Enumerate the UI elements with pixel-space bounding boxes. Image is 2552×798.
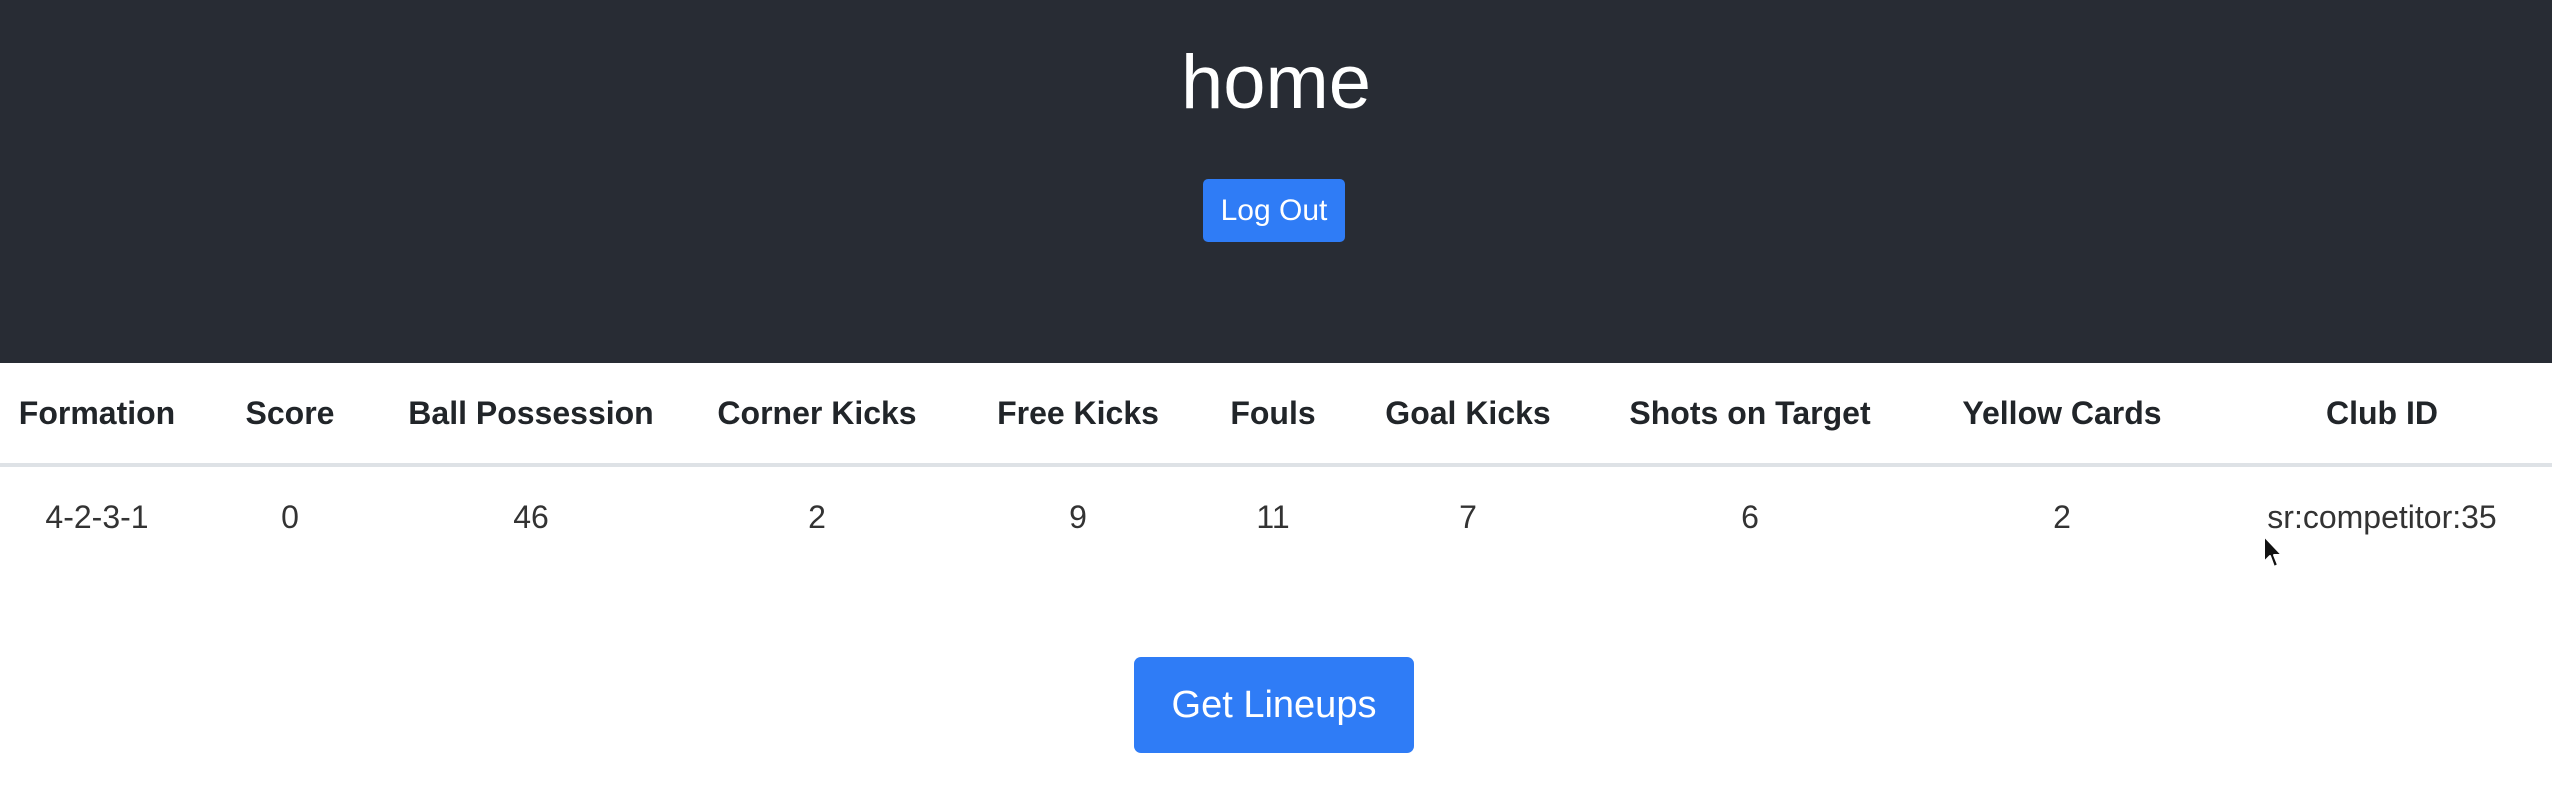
column-header-ball-possession: Ball Possession: [386, 363, 676, 467]
page-title: home: [1180, 40, 1372, 125]
cell-free-kicks: 9: [1069, 498, 1087, 535]
cell-ball-possession: 46: [513, 498, 549, 535]
cell-shots-on-target: 6: [1741, 498, 1759, 535]
mouse-cursor-icon: [2263, 535, 2283, 568]
cell-fouls: 11: [1256, 498, 1290, 535]
cell-score: 0: [281, 498, 299, 535]
column-header-free-kicks: Free Kicks: [958, 363, 1198, 467]
column-header-shots-on-target: Shots on Target: [1588, 363, 1912, 467]
match-stats-table: Formation Score Ball Possession Corner K…: [0, 363, 2552, 567]
column-header-formation: Formation: [0, 363, 194, 467]
cell-goal-kicks: 7: [1459, 498, 1477, 535]
table-row: 4-2-3-1 0 46 2 9 11 7 6 2 sr:competitor:…: [0, 465, 2552, 567]
column-header-goal-kicks: Goal Kicks: [1348, 363, 1588, 467]
log-out-button[interactable]: Log Out: [1203, 179, 1345, 242]
app-header: home Log Out: [0, 0, 2552, 363]
column-header-club-id: Club ID: [2212, 363, 2552, 467]
table-header-row: Formation Score Ball Possession Corner K…: [0, 363, 2552, 467]
get-lineups-button[interactable]: Get Lineups: [1134, 657, 1414, 753]
column-header-yellow-cards: Yellow Cards: [1912, 363, 2212, 467]
column-header-fouls: Fouls: [1198, 363, 1348, 467]
column-header-score: Score: [194, 363, 386, 467]
cell-formation: 4-2-3-1: [45, 498, 149, 535]
cell-yellow-cards: 2: [2053, 498, 2071, 535]
column-header-corner-kicks: Corner Kicks: [676, 363, 958, 467]
cell-corner-kicks: 2: [808, 498, 826, 535]
